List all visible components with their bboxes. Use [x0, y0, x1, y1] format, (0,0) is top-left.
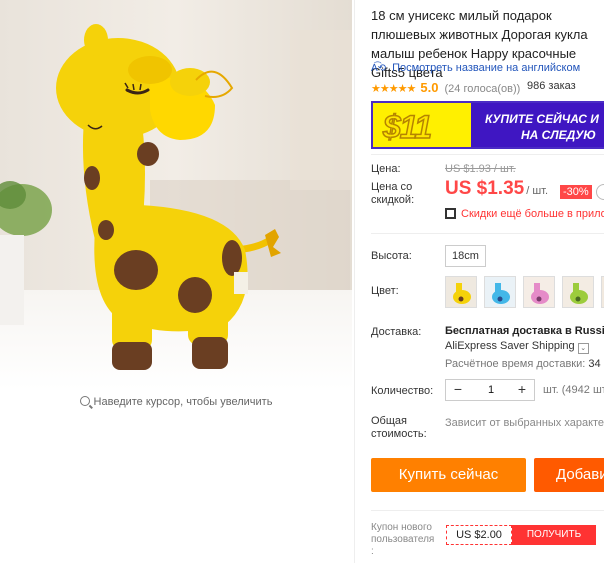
- new-user-label-line2: пользователя: [371, 534, 435, 545]
- discount-badge: -30%: [560, 185, 592, 199]
- translate-title-link[interactable]: A͡⟲ Посмотреть название на английском: [371, 62, 580, 74]
- promo-cta-line1: КУПИТЕ СЕЙЧАС И: [485, 112, 599, 126]
- divider: [371, 154, 604, 155]
- app-discount-link[interactable]: Скидки ещё больше в прило: [445, 208, 604, 220]
- new-user-coupon-label: Купон нового пользователя :: [371, 522, 434, 558]
- delivery-time-value: 34: [588, 358, 601, 370]
- translate-icon: A͡⟲: [371, 63, 387, 74]
- total-label-line1: Общая: [371, 415, 407, 427]
- height-label: Высота:: [371, 250, 412, 262]
- new-user-label-line1: Купон нового: [371, 522, 432, 533]
- delivery-time: Расчётное время доставки: 34: [445, 358, 601, 370]
- total-label-line2: стоимость:: [371, 428, 427, 440]
- discount-price-label-line1: Цена со: [371, 181, 413, 193]
- height-option-18cm[interactable]: 18cm: [445, 245, 486, 267]
- rating-votes[interactable]: (24 голоса(ов)): [445, 83, 521, 95]
- swatch-yellow-image: [446, 277, 476, 307]
- quantity-input[interactable]: 1: [472, 380, 510, 400]
- translate-link-text: Посмотреть название на английском: [392, 62, 581, 74]
- quantity-label: Количество:: [371, 385, 434, 397]
- quantity-decrease-button[interactable]: −: [448, 380, 468, 400]
- promo-banner[interactable]: $11 КУПИТЕ СЕЙЧАС И НА СЛЕДУЮ: [371, 101, 604, 149]
- magnifier-icon: [79, 396, 90, 406]
- quantity-stepper: − 1 +: [445, 379, 535, 401]
- star-rating-icon[interactable]: ★★★★★: [371, 83, 416, 95]
- shipping-method-text: AliExpress Saver Shipping: [445, 340, 575, 352]
- total-label: Общая стоимость:: [371, 415, 427, 441]
- delivery-time-label: Расчётное время доставки:: [445, 358, 586, 370]
- shipping-label: Доставка:: [371, 326, 422, 338]
- color-swatch-pink[interactable]: [523, 276, 555, 308]
- discount-price-label-line2: скидкой:: [371, 194, 415, 206]
- qr-code-icon: [445, 208, 456, 219]
- get-coupon-button[interactable]: ПОЛУЧИТЬ: [512, 525, 596, 545]
- zoom-hint: Наведите курсор, чтобы увеличить: [0, 396, 352, 408]
- product-main-image[interactable]: [0, 0, 352, 390]
- orders-count: 986 заказ: [527, 80, 576, 92]
- giraffe-plush-image: [0, 0, 352, 390]
- divider: [371, 510, 604, 511]
- swatch-pink-image: [524, 277, 554, 307]
- coupon-value: US $2.00: [446, 525, 512, 545]
- color-swatch-blue[interactable]: [484, 276, 516, 308]
- divider: [371, 233, 604, 234]
- free-shipping-text: Бесплатная доставка в Russian: [445, 325, 604, 337]
- swatch-blue-image: [485, 277, 515, 307]
- product-gallery: Наведите курсор, чтобы увеличить: [0, 0, 352, 563]
- new-user-label-line3: :: [371, 546, 374, 557]
- vertical-divider: [354, 0, 355, 563]
- shipping-method-select[interactable]: AliExpress Saver Shipping ⌄: [445, 340, 589, 354]
- current-price-value: US $1.35: [445, 178, 525, 199]
- quantity-increase-button[interactable]: +: [512, 380, 532, 400]
- color-label: Цвет:: [371, 285, 399, 297]
- rating-score: 5.0: [420, 80, 439, 95]
- promo-cta-line2: НА СЛЕДУЮ: [521, 128, 596, 142]
- current-price: US $1.35/ шт.: [445, 178, 548, 200]
- stock-info: шт. (4942 шт.: [543, 384, 604, 396]
- price-info-toggle[interactable]: [596, 184, 604, 200]
- add-to-cart-button[interactable]: Добавить: [534, 458, 604, 492]
- discount-price-label: Цена со скидкой:: [371, 181, 414, 207]
- buy-now-button[interactable]: Купить сейчас: [371, 458, 526, 492]
- zoom-hint-text: Наведите курсор, чтобы увеличить: [93, 396, 273, 408]
- chevron-down-icon: ⌄: [577, 343, 589, 354]
- app-discount-text: Скидки ещё больше в прило: [461, 208, 604, 220]
- price-unit: / шт.: [526, 185, 549, 197]
- color-swatch-yellow[interactable]: [445, 276, 477, 308]
- rating-row: ★★★★★ 5.0 (24 голоса(ов)) 986 заказ: [371, 80, 604, 95]
- price-label: Цена:: [371, 163, 401, 175]
- swatch-green-image: [563, 277, 593, 307]
- promo-cta: КУПИТЕ СЕЙЧАС И НА СЛЕДУЮ: [471, 103, 604, 147]
- old-price: US $1.93 / шт.: [445, 163, 516, 175]
- total-note: Зависит от выбранных характер: [445, 417, 604, 429]
- color-swatch-green[interactable]: [562, 276, 594, 308]
- promo-amount: $11: [382, 108, 433, 146]
